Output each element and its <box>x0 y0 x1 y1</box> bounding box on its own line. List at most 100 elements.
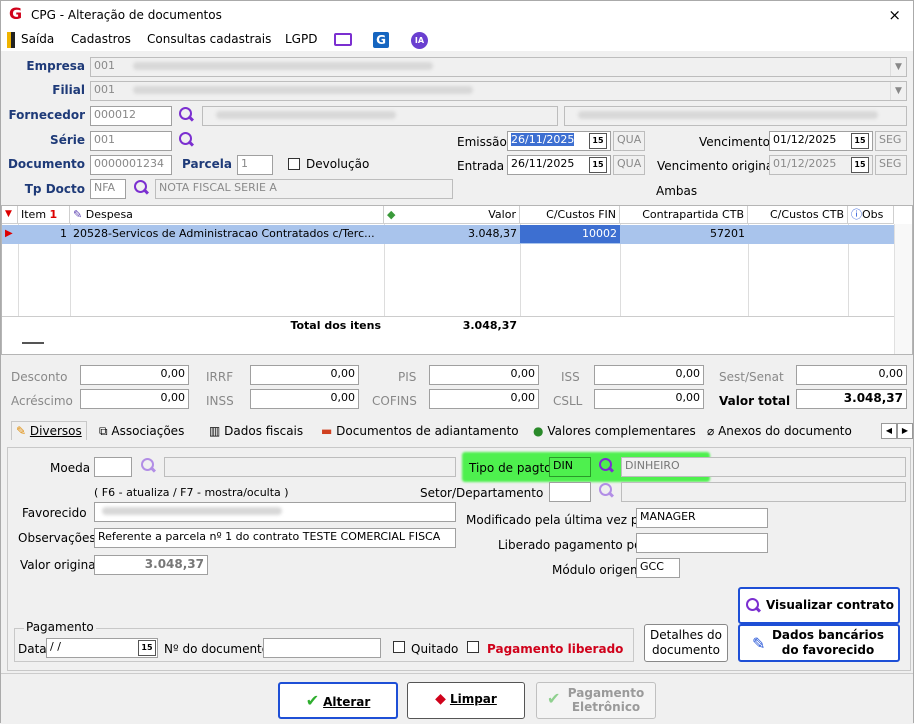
dados-bancarios-button[interactable]: ✎ Dados bancários do favorecido <box>738 624 900 662</box>
menu-saida[interactable]: Saída <box>21 32 54 46</box>
parcela-field[interactable]: 1 <box>237 155 273 175</box>
setor-label: Setor/Departamento <box>420 486 544 500</box>
tab-scroll-right-icon[interactable]: ▶ <box>897 423 913 439</box>
col-cc-fin[interactable]: C/Custos FIN <box>520 206 620 224</box>
limpar-label: Limpar <box>449 692 497 706</box>
calendar-icon[interactable]: 15 <box>589 133 607 149</box>
ndoc-field[interactable] <box>263 638 381 658</box>
sest-field[interactable]: 0,00 <box>796 365 907 385</box>
favorecido-label: Favorecido <box>22 506 87 520</box>
moeda-field[interactable] <box>94 457 132 477</box>
calendar-icon[interactable]: 15 <box>589 157 607 173</box>
main-window: G CPG - Alteração de documentos × Saída … <box>0 0 914 724</box>
csll-label: CSLL <box>553 394 583 408</box>
pagamento-eletronico-button[interactable]: ✔ Pagamento Eletrônico <box>536 682 656 719</box>
tab-associacoes-label: Associações <box>111 424 185 438</box>
grid-scrollbar[interactable] <box>894 224 912 354</box>
pagamento-liberado-label: Pagamento liberado <box>487 642 624 656</box>
col-contrapartida[interactable]: Contrapartida CTB <box>620 206 748 224</box>
pagamento-legend: Pagamento <box>24 620 96 634</box>
setor-field[interactable] <box>549 482 591 502</box>
row-despesa: 20528-Servicos de Administracao Contrata… <box>73 227 375 240</box>
diversos-panel: Moeda Tipo de pagto DIN DINHEIRO ( F6 - … <box>7 447 911 671</box>
quitado-label: Quitado <box>411 642 459 656</box>
fornecedor-name-field[interactable] <box>202 106 558 126</box>
col-item[interactable]: Item 1 <box>18 206 70 224</box>
moeda-label: Moeda <box>50 461 91 475</box>
table-row[interactable]: ▶ 1 20528-Servicos de Administracao Cont… <box>2 225 894 244</box>
observacoes-field[interactable]: Referente a parcela nº 1 do contrato TES… <box>94 528 456 548</box>
col-obs[interactable]: ⓘObs <box>848 206 894 224</box>
modulo-label: Módulo origem <box>552 563 642 577</box>
devolucao-checkbox[interactable] <box>288 158 300 170</box>
emissao-weekday: QUA <box>613 131 645 151</box>
entrada-weekday: QUA <box>613 155 645 175</box>
items-grid[interactable]: ▼ Item 1 ✎ Despesa ◆ Valor C/Custos FIN C… <box>1 205 913 355</box>
col-valor-label: Valor <box>488 208 516 221</box>
search-icon[interactable] <box>597 482 615 500</box>
tab-valores-complementares[interactable]: ● Valores complementares <box>533 424 696 438</box>
tab-anexos[interactable]: ⌀ Anexos do documento <box>707 424 852 438</box>
minimize-icon[interactable] <box>22 342 44 344</box>
filial-combo[interactable]: 001 ▼ <box>90 81 907 101</box>
money-icon: ◆ <box>387 208 396 221</box>
g-app-icon[interactable]: G <box>373 32 389 48</box>
coins-icon: ● <box>533 424 544 438</box>
calendar-icon[interactable]: 15 <box>851 133 869 149</box>
tab-diversos[interactable]: ✎ Diversos <box>11 421 87 440</box>
cofins-field[interactable]: 0,00 <box>429 389 539 409</box>
visualizar-contrato-button[interactable]: Visualizar contrato <box>738 587 900 624</box>
calendar-icon[interactable]: 15 <box>138 640 156 656</box>
pencil-icon: ✎ <box>16 424 27 438</box>
search-icon[interactable] <box>139 457 157 475</box>
moeda-desc-field <box>164 457 456 477</box>
search-icon[interactable] <box>132 179 150 197</box>
inss-field[interactable]: 0,00 <box>250 389 359 409</box>
menu-lgpd[interactable]: LGPD <box>285 32 317 46</box>
desconto-field[interactable]: 0,00 <box>80 365 189 385</box>
tab-valores-complementares-label: Valores complementares <box>547 424 696 438</box>
csll-field[interactable]: 0,00 <box>594 389 704 409</box>
col-despesa[interactable]: ✎ Despesa <box>70 206 384 224</box>
quitado-checkbox[interactable] <box>393 641 405 653</box>
pis-field[interactable]: 0,00 <box>429 365 539 385</box>
vencimento-weekday: SEG <box>875 131 907 151</box>
limpar-button[interactable]: ◆ Limpar <box>407 682 525 719</box>
alterar-button[interactable]: ✔ Alterar <box>278 682 398 719</box>
irrf-field[interactable]: 0,00 <box>250 365 359 385</box>
col-valor[interactable]: ◆ Valor <box>384 206 520 224</box>
search-icon[interactable] <box>597 457 615 475</box>
search-icon[interactable] <box>177 131 195 149</box>
pagamento-liberado-checkbox[interactable] <box>467 641 479 653</box>
valor-original-field: 3.048,37 <box>94 555 208 575</box>
row-cc-fin[interactable]: 10002 <box>520 225 620 243</box>
tab-scroll-left-icon[interactable]: ◀ <box>881 423 897 439</box>
documento-field[interactable]: 0000001234 <box>90 155 172 175</box>
modificado-field: MANAGER <box>636 508 768 528</box>
chevron-down-icon[interactable]: ▼ <box>890 58 906 76</box>
empresa-combo[interactable]: 001 ▼ <box>90 57 907 77</box>
acrescimo-field[interactable]: 0,00 <box>80 389 189 409</box>
menu-consultas-cadastrais[interactable]: Consultas cadastrais <box>147 32 271 46</box>
fornecedor-code-field[interactable]: 000012 <box>90 106 172 126</box>
calendar-icon[interactable]: 15 <box>851 157 869 173</box>
menu-cadastros[interactable]: Cadastros <box>71 32 131 46</box>
detalhes-documento-button[interactable]: Detalhes do documento <box>644 624 728 662</box>
ia-assistant-icon[interactable]: IA <box>411 32 428 49</box>
fornecedor-cnpj-field[interactable] <box>564 106 907 126</box>
parcela-label: Parcela <box>182 157 232 171</box>
favorecido-field[interactable] <box>94 502 456 522</box>
chevron-down-icon[interactable]: ▼ <box>890 82 906 100</box>
search-icon[interactable] <box>177 106 195 124</box>
tp-docto-code-field[interactable]: NFA <box>90 179 126 199</box>
close-button[interactable]: × <box>888 6 901 24</box>
tab-documentos-adiantamento[interactable]: ▬ Documentos de adiantamento <box>321 424 519 438</box>
col-cc-ctb[interactable]: C/Custos CTB <box>748 206 848 224</box>
monitor-icon[interactable] <box>334 33 352 46</box>
tipo-pagto-code-field[interactable]: DIN <box>549 457 591 477</box>
serie-field[interactable]: 001 <box>90 131 172 151</box>
row-contrapartida: 57201 <box>710 227 745 240</box>
tab-associacoes[interactable]: ⧉ Associações <box>99 424 184 439</box>
tab-dados-fiscais[interactable]: ▥ Dados fiscais <box>209 424 303 438</box>
iss-field[interactable]: 0,00 <box>594 365 704 385</box>
